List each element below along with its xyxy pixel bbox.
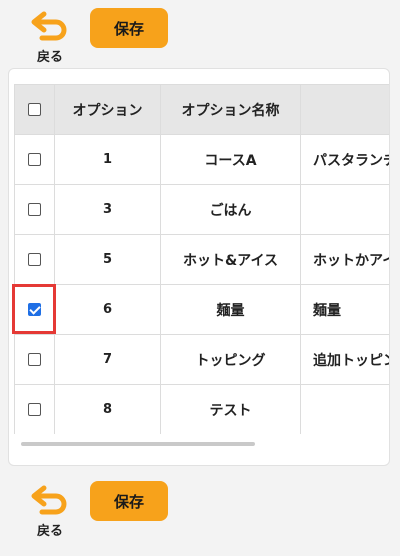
option-id: 3: [54, 184, 161, 235]
save-button-bottom[interactable]: 保存: [90, 481, 168, 521]
option-description: [300, 384, 389, 434]
return-arrow-icon: [31, 11, 67, 41]
option-description: [300, 184, 389, 235]
row-select-cell[interactable]: [14, 334, 55, 385]
row-checkbox[interactable]: [28, 203, 41, 216]
row-select-cell[interactable]: [14, 284, 55, 335]
option-name: テスト: [160, 384, 301, 434]
table-scroll-area[interactable]: オプション オプション名称 1 コースA パスタランチ 3 ごはん 5 ホット&アイス ホット…: [14, 84, 389, 434]
row-select-cell[interactable]: [14, 384, 55, 434]
bottom-toolbar: 戻る 保存: [0, 476, 400, 540]
header-option: オプション: [54, 84, 161, 135]
option-id: 1: [54, 134, 161, 185]
row-checkbox[interactable]: [28, 153, 41, 166]
option-id: 7: [54, 334, 161, 385]
header-description: [300, 84, 389, 135]
table-header-row: オプション オプション名称: [14, 84, 389, 135]
return-arrow-icon: [31, 485, 67, 515]
option-name: ごはん: [160, 184, 301, 235]
option-name: トッピング: [160, 334, 301, 385]
header-option-name: オプション名称: [160, 84, 301, 135]
row-checkbox[interactable]: [28, 403, 41, 416]
options-card: オプション オプション名称 1 コースA パスタランチ 3 ごはん 5 ホット&アイス ホット…: [8, 68, 390, 466]
row-checkbox[interactable]: [28, 353, 41, 366]
back-label: 戻る: [36, 524, 63, 539]
table-row[interactable]: 8 テスト: [14, 384, 389, 434]
option-name: ホット&アイス: [160, 234, 301, 285]
top-toolbar: 戻る 保存: [0, 0, 400, 66]
save-button[interactable]: 保存: [90, 8, 168, 48]
options-table: オプション オプション名称 1 コースA パスタランチ 3 ごはん 5 ホット&アイス ホット…: [14, 84, 389, 434]
back-label: 戻る: [36, 50, 63, 65]
option-id: 6: [54, 284, 161, 335]
back-button-bottom[interactable]: 戻る: [28, 484, 72, 540]
row-checkbox[interactable]: [28, 303, 41, 316]
table-row[interactable]: 1 コースA パスタランチ: [14, 134, 389, 185]
table-row[interactable]: 3 ごはん: [14, 184, 389, 235]
row-select-cell[interactable]: [14, 184, 55, 235]
horizontal-scrollbar[interactable]: [21, 442, 255, 446]
row-checkbox[interactable]: [28, 253, 41, 266]
option-description: 麺量: [300, 284, 389, 335]
option-id: 8: [54, 384, 161, 434]
row-select-cell[interactable]: [14, 234, 55, 285]
option-description: パスタランチ: [300, 134, 389, 185]
header-select-all[interactable]: [14, 84, 55, 135]
back-button[interactable]: 戻る: [28, 10, 72, 66]
table-row[interactable]: 5ホット&アイスホットかアイス: [14, 234, 389, 285]
option-name: コースA: [160, 134, 301, 185]
option-description: 追加トッピング: [300, 334, 389, 385]
table-row[interactable]: 7トッピング追加トッピング: [14, 334, 389, 385]
option-name: 麺量: [160, 284, 301, 335]
row-select-cell[interactable]: [14, 134, 55, 185]
select-all-checkbox[interactable]: [28, 103, 41, 116]
option-description: ホットかアイス: [300, 234, 389, 285]
option-id: 5: [54, 234, 161, 285]
table-row[interactable]: 6 麺量 麺量: [14, 284, 389, 335]
